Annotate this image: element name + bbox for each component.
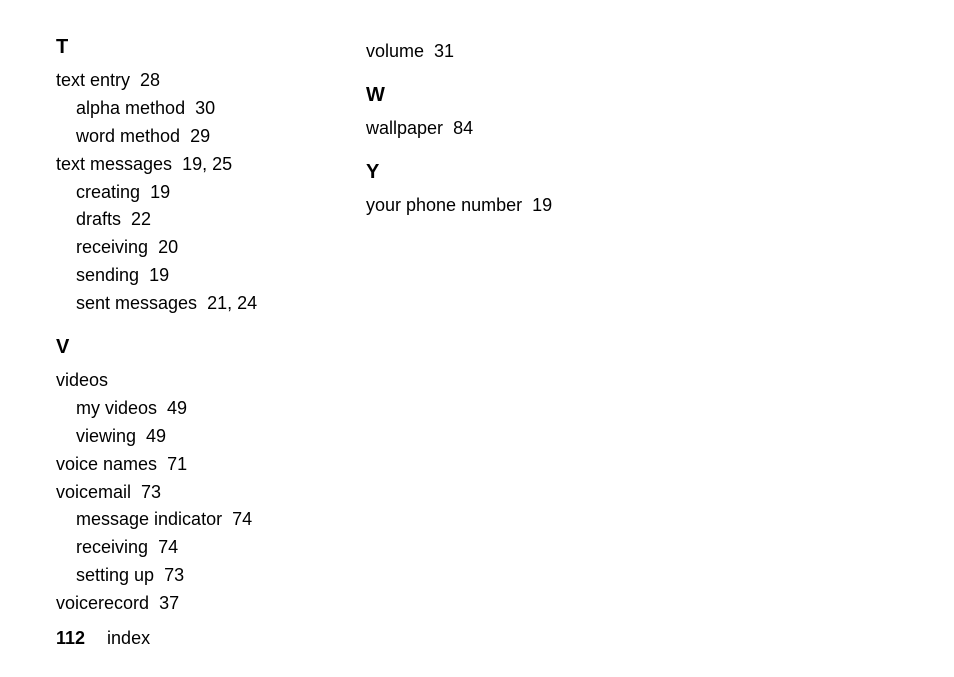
index-term: drafts (76, 209, 121, 229)
index-subentry: sending 19 (56, 262, 296, 290)
column-2: volume 31 W wallpaper 84 Y your phone nu… (366, 36, 606, 618)
section-heading-w: W (366, 84, 606, 107)
index-pages: 28 (140, 70, 160, 90)
column-1: T text entry 28 alpha method 30 word met… (56, 36, 296, 618)
index-term: message indicator (76, 509, 222, 529)
index-subentry: setting up 73 (56, 562, 296, 590)
index-term: text messages (56, 154, 172, 174)
index-subentry: message indicator 74 (56, 506, 296, 534)
index-pages: 19, 25 (182, 154, 232, 174)
index-subentry: my videos 49 (56, 395, 296, 423)
index-pages: 20 (158, 237, 178, 257)
index-columns: T text entry 28 alpha method 30 word met… (56, 36, 954, 618)
index-pages: 22 (131, 209, 151, 229)
index-pages: 73 (141, 482, 161, 502)
index-term: voicerecord (56, 593, 149, 613)
index-subentry: drafts 22 (56, 206, 296, 234)
index-pages: 37 (159, 593, 179, 613)
index-term: my videos (76, 398, 157, 418)
index-pages: 30 (195, 98, 215, 118)
index-pages: 84 (453, 118, 473, 138)
page-number: 112 (56, 628, 85, 648)
index-term: text entry (56, 70, 130, 90)
index-term: videos (56, 370, 108, 390)
index-term: voice names (56, 454, 157, 474)
index-term: alpha method (76, 98, 185, 118)
index-pages: 74 (232, 509, 252, 529)
index-term: word method (76, 126, 180, 146)
section-heading-v: V (56, 336, 296, 359)
index-entry: voice names 71 (56, 451, 296, 479)
index-entry: volume 31 (366, 38, 606, 66)
index-entry: text entry 28 (56, 67, 296, 95)
index-subentry: word method 29 (56, 123, 296, 151)
index-subentry: creating 19 (56, 179, 296, 207)
index-term: voicemail (56, 482, 131, 502)
section-heading-y: Y (366, 161, 606, 184)
index-entry: your phone number 19 (366, 192, 606, 220)
page-footer: 112 index (56, 628, 150, 649)
index-subentry: alpha method 30 (56, 95, 296, 123)
index-pages: 49 (167, 398, 187, 418)
index-pages: 73 (164, 565, 184, 585)
index-subentry: receiving 20 (56, 234, 296, 262)
index-pages: 21, 24 (207, 293, 257, 313)
index-pages: 19 (149, 265, 169, 285)
index-pages: 71 (167, 454, 187, 474)
index-term: viewing (76, 426, 136, 446)
index-term: receiving (76, 237, 148, 257)
index-entry: videos (56, 367, 296, 395)
index-subentry: sent messages 21, 24 (56, 290, 296, 318)
footer-label: index (107, 628, 150, 648)
index-pages: 19 (150, 182, 170, 202)
index-subentry: viewing 49 (56, 423, 296, 451)
index-term: creating (76, 182, 140, 202)
index-pages: 49 (146, 426, 166, 446)
index-term: receiving (76, 537, 148, 557)
index-pages: 31 (434, 41, 454, 61)
index-term: setting up (76, 565, 154, 585)
index-entry: text messages 19, 25 (56, 151, 296, 179)
index-pages: 29 (190, 126, 210, 146)
index-entry: wallpaper 84 (366, 115, 606, 143)
index-term: sent messages (76, 293, 197, 313)
index-entry: voicerecord 37 (56, 590, 296, 618)
index-entry: voicemail 73 (56, 479, 296, 507)
index-term: wallpaper (366, 118, 443, 138)
index-pages: 74 (158, 537, 178, 557)
section-heading-t: T (56, 36, 296, 59)
index-subentry: receiving 74 (56, 534, 296, 562)
index-term: your phone number (366, 195, 522, 215)
index-term: volume (366, 41, 424, 61)
index-pages: 19 (532, 195, 552, 215)
index-term: sending (76, 265, 139, 285)
